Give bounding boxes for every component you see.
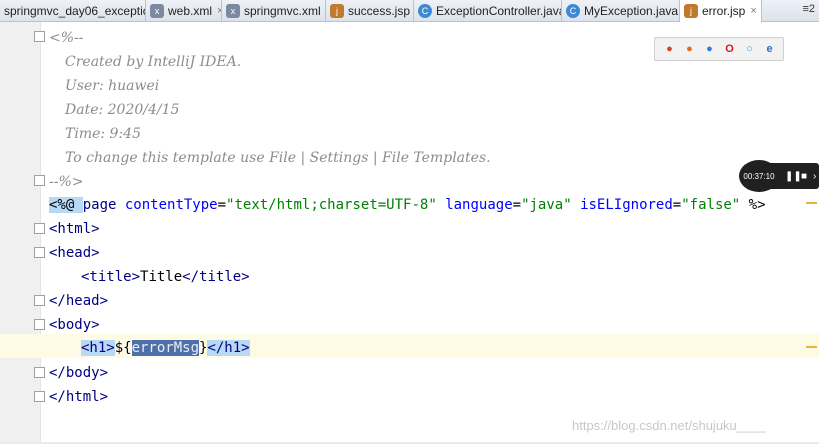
directive-page: page [82, 197, 125, 213]
fold-icon[interactable] [34, 319, 45, 330]
recording-time: 00:37:10 [739, 160, 779, 192]
stop-icon[interactable]: ■ [801, 171, 807, 182]
equals: = [217, 197, 227, 213]
xml-file-icon: x [150, 4, 164, 18]
java-class-icon: C [566, 4, 580, 18]
tab-label: springmvc_day06_exception [4, 4, 146, 18]
tab-label: success.jsp [348, 4, 411, 18]
code-line-11[interactable]: <title>Title</title> [81, 265, 250, 289]
equals: = [672, 197, 682, 213]
tab-label: web.xml [168, 4, 213, 18]
jsp-file-icon: j [330, 4, 344, 18]
h1-open-tag: <h1> [81, 340, 115, 356]
watermark: https://blog.csdn.net/shujuku____ [572, 418, 766, 433]
fold-icon[interactable] [34, 175, 45, 186]
fold-icon[interactable] [34, 391, 45, 402]
title-text: Title [140, 269, 183, 285]
code-line-7[interactable]: --%> [49, 170, 84, 194]
attr-iselignored: isELIgnored [580, 197, 673, 213]
directive-open: <%@ [49, 197, 83, 213]
code-line-3[interactable]: User: huawei [65, 74, 159, 98]
code-line-10[interactable]: <head> [49, 241, 100, 265]
code-line-9[interactable]: <html> [49, 217, 100, 241]
tab-label: springmvc.xml [244, 4, 321, 18]
equals: = [512, 197, 522, 213]
attr-contenttype: contentType [124, 197, 218, 213]
code-line-8[interactable]: <%@ page contentType="text/html;charset=… [49, 193, 766, 217]
edge-icon[interactable]: e [761, 41, 778, 58]
tab-label: MyException.java [584, 4, 679, 18]
el-expr-start: ${ [114, 340, 132, 356]
close-icon[interactable]: × [750, 5, 756, 17]
attr-language: language [445, 197, 513, 213]
tab-springmvc-day06-exception[interactable]: springmvc_day06_exception × [0, 0, 146, 22]
code-line-15[interactable]: </body> [49, 361, 108, 385]
tab-list-menu-icon[interactable]: ≡2 [802, 3, 815, 15]
value-iselignored: "false" [681, 197, 741, 213]
tab-my-exception-java[interactable]: C MyException.java × [562, 0, 680, 22]
java-class-icon: C [418, 4, 432, 18]
fold-icon[interactable] [34, 295, 45, 306]
screen-recorder-control: 00:37:10 ❚❚ ■ › [739, 160, 819, 192]
code-line-4[interactable]: Date: 2020/4/15 [65, 98, 179, 122]
xml-file-icon: x [226, 4, 240, 18]
open-in-browser-bar: ● ● ● O ○ e [654, 37, 784, 61]
safari-icon[interactable]: ● [701, 41, 718, 58]
code-line-2[interactable]: Created by IntelliJ IDEA. [65, 50, 241, 74]
h1-close-tag: </h1> [207, 340, 250, 356]
fold-icon[interactable] [34, 31, 45, 42]
editor-gutter [0, 22, 45, 444]
code-line-13[interactable]: <body> [49, 313, 100, 337]
expand-icon[interactable]: › [813, 171, 816, 182]
code-line-5[interactable]: Time: 9:45 [65, 122, 141, 146]
tab-web-xml[interactable]: x web.xml × [146, 0, 222, 22]
jsp-file-icon: j [684, 4, 698, 18]
directive-close: %> [740, 197, 766, 213]
ie-icon[interactable]: ○ [741, 41, 758, 58]
warning-marker[interactable] [806, 346, 817, 348]
fold-icon[interactable] [34, 367, 45, 378]
editor-tab-bar: springmvc_day06_exception × x web.xml × … [0, 0, 819, 23]
code-line-14[interactable]: <h1>${errorMsg}</h1> [81, 336, 250, 360]
tab-exception-controller-java[interactable]: C ExceptionController.java × [414, 0, 562, 22]
code-line-16[interactable]: </html> [49, 385, 108, 409]
code-line-12[interactable]: </head> [49, 289, 108, 313]
value-language: "java" [521, 197, 572, 213]
tab-error-jsp[interactable]: j error.jsp × [680, 0, 762, 23]
tab-springmvc-xml[interactable]: x springmvc.xml × [222, 0, 326, 22]
code-line-1[interactable]: <%-- [49, 26, 84, 50]
title-close-tag: </title> [182, 269, 250, 285]
tab-label: ExceptionController.java [436, 4, 562, 18]
firefox-icon[interactable]: ● [681, 41, 698, 58]
selected-text: errorMsg [131, 340, 200, 356]
warning-marker[interactable] [806, 202, 817, 204]
tab-label: error.jsp [702, 4, 746, 18]
fold-icon[interactable] [34, 223, 45, 234]
value-contenttype: "text/html;charset=UTF-8" [226, 197, 437, 213]
title-open-tag: <title> [81, 269, 141, 285]
pause-icon[interactable]: ❚❚ [785, 171, 802, 182]
opera-icon[interactable]: O [721, 41, 738, 58]
chrome-icon[interactable]: ● [661, 41, 678, 58]
code-line-6[interactable]: To change this template use File | Setti… [65, 146, 491, 170]
tab-success-jsp[interactable]: j success.jsp × [326, 0, 414, 22]
fold-icon[interactable] [34, 247, 45, 258]
